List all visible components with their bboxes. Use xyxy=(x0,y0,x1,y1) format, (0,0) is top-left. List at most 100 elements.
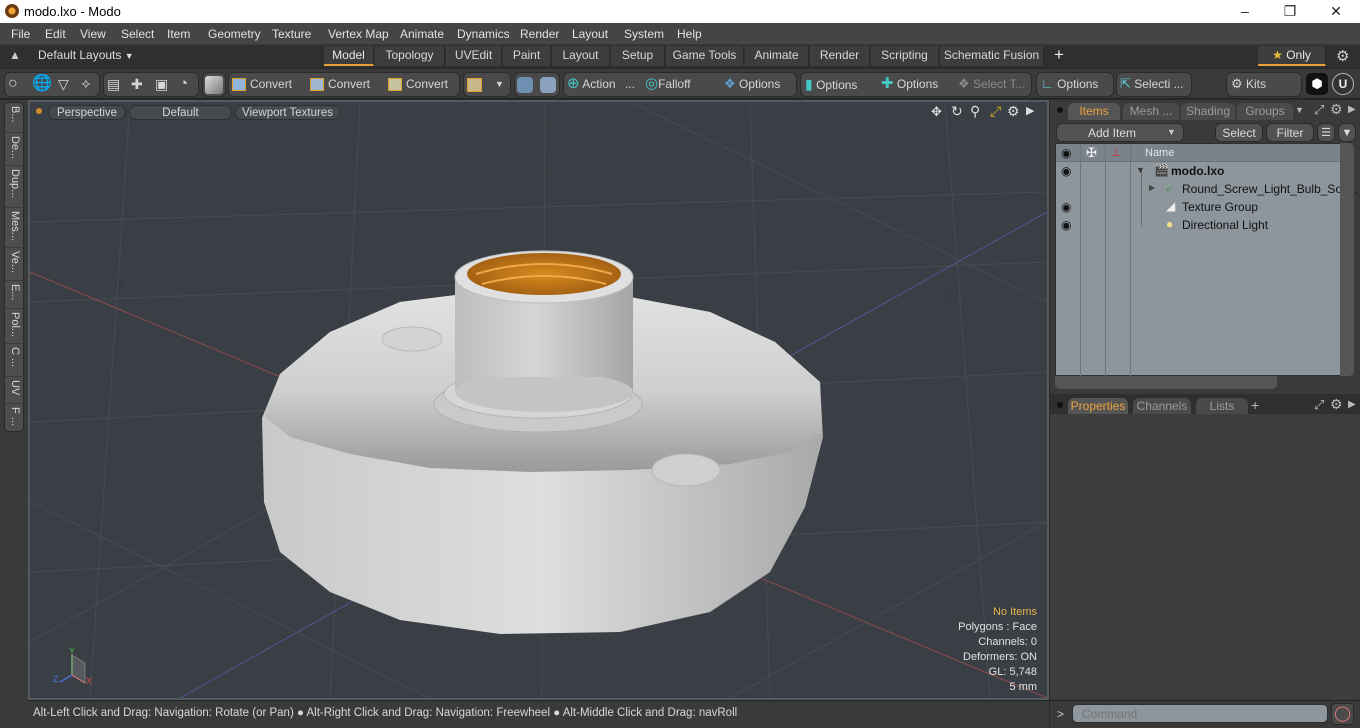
item-list[interactable]: ◉ ✠ ⊥ Name ◉ ▼ 🎬 modo.lxo ▶ ⤶ Round_Scre… xyxy=(1055,143,1358,377)
expand-triangle-icon[interactable]: ▼ xyxy=(1136,165,1145,175)
menu-help[interactable]: Help xyxy=(677,27,702,41)
vertices-mode-icon[interactable]: ○ xyxy=(8,72,18,97)
maximize-panel-icon[interactable]: ⤢ xyxy=(1314,102,1324,118)
vtab-edge[interactable]: E... xyxy=(5,281,25,309)
filter-button[interactable]: Filter xyxy=(1266,123,1314,142)
menu-select[interactable]: Select xyxy=(121,27,154,41)
tab-setup[interactable]: Setup xyxy=(611,46,665,66)
visibility-eye-icon[interactable]: ◉ xyxy=(1061,200,1071,214)
vtab-duplicate[interactable]: Dup... xyxy=(5,166,25,208)
chevron-down-icon[interactable]: ▼ xyxy=(495,72,504,97)
symmetry-icon[interactable] xyxy=(540,72,556,97)
edges-icon[interactable]: ✧ xyxy=(80,72,92,97)
menu-animate[interactable]: Animate xyxy=(400,27,444,41)
select-through-button[interactable]: ❖ Select T... xyxy=(958,72,1025,97)
visibility-eye-icon[interactable]: ◉ xyxy=(1061,164,1071,178)
tab-animate[interactable]: Animate xyxy=(745,46,809,66)
options-button-2[interactable]: ▮ Options xyxy=(805,72,857,97)
vertical-scrollbar[interactable] xyxy=(1340,143,1354,376)
add-item-dropdown-icon[interactable]: ▼ xyxy=(1167,127,1176,137)
funnel-filter-icon[interactable]: ▼ xyxy=(1338,123,1356,142)
convert-button-3[interactable]: Convert xyxy=(388,72,448,97)
falloff-button[interactable]: ◎Falloff xyxy=(645,72,691,97)
pen-icon[interactable]: ▽ xyxy=(58,72,69,97)
menu-file[interactable]: File xyxy=(11,27,30,41)
minimize-button[interactable]: – xyxy=(1222,0,1268,23)
materials-icon[interactable]: ▣ xyxy=(155,72,168,97)
lock-move-icon[interactable]: ✠ xyxy=(1086,145,1097,161)
vtab-polygon[interactable]: Pol... xyxy=(5,309,25,344)
only-favorites-toggle[interactable]: ★ Only xyxy=(1258,46,1326,66)
visibility-eye-icon[interactable]: ◉ xyxy=(1061,218,1071,232)
tab-items[interactable]: Items xyxy=(1068,103,1120,120)
name-column-header[interactable]: Name xyxy=(1145,147,1174,159)
tab-model[interactable]: Model xyxy=(324,46,374,66)
tab-scripting[interactable]: Scripting xyxy=(871,46,939,66)
globe-icon[interactable]: 🌐 xyxy=(32,72,52,97)
tab-topology[interactable]: Topology xyxy=(375,46,445,66)
menu-vertex-map[interactable]: Vertex Map xyxy=(328,27,389,41)
gear-icon[interactable]: ⚙ xyxy=(1336,47,1349,65)
collapse-arrow-icon[interactable]: ▲ xyxy=(9,48,21,62)
tab-game-tools[interactable]: Game Tools xyxy=(666,46,744,66)
list-options-icon[interactable]: ☰ xyxy=(1317,123,1335,142)
add-tab-button[interactable]: + xyxy=(1251,397,1259,413)
default-layouts-dropdown[interactable]: Default Layouts ▼ xyxy=(38,48,134,62)
vtab-basic[interactable]: B... xyxy=(5,103,25,133)
zoom-icon[interactable]: ⚲ xyxy=(970,103,980,120)
vtab-uv[interactable]: UV xyxy=(5,377,25,404)
pivot-icon[interactable]: ◔ xyxy=(179,72,188,97)
menu-item[interactable]: Item xyxy=(167,27,190,41)
panel-indicator-icon[interactable] xyxy=(1057,402,1063,408)
snap-cube-icon[interactable] xyxy=(467,72,482,97)
tab-render[interactable]: Render xyxy=(810,46,870,66)
item-row-scene[interactable]: ◉ ▼ 🎬 modo.lxo xyxy=(1056,162,1342,180)
convert-button-1[interactable]: Convert xyxy=(232,72,292,97)
maximize-panel-icon[interactable]: ⤢ xyxy=(1314,397,1324,413)
horizontal-scrollbar[interactable] xyxy=(1055,376,1277,389)
maximize-viewport-icon[interactable]: ⤢ xyxy=(990,103,1001,120)
tab-paint[interactable]: Paint xyxy=(503,46,551,66)
tab-channels[interactable]: Channels xyxy=(1133,398,1191,415)
chevron-down-icon[interactable]: ▼ xyxy=(1295,105,1304,115)
vtab-mesh-edit[interactable]: Mes... xyxy=(5,208,25,248)
menu-dynamics[interactable]: Dynamics xyxy=(457,27,510,41)
tab-uvedit[interactable]: UVEdit xyxy=(446,46,502,66)
options-button-4[interactable]: ∟ Options xyxy=(1041,72,1098,97)
collapse-triangle-icon[interactable]: ▶ xyxy=(1149,183,1155,192)
add-layout-button[interactable]: + xyxy=(1054,45,1064,65)
expand-arrow-icon[interactable]: ▶ xyxy=(1026,104,1034,117)
3d-viewport[interactable]: -X -Z Y X Z Perspective Default Viewport… xyxy=(28,100,1049,700)
item-row-directional-light[interactable]: ◉ ● Directional Light xyxy=(1056,216,1342,234)
transform-axes-icon[interactable]: ⊥ xyxy=(1111,145,1121,159)
vtab-vertex[interactable]: Ve... xyxy=(5,248,25,281)
tab-shading[interactable]: Shading xyxy=(1181,103,1235,120)
vtab-curve[interactable]: C ... xyxy=(5,344,25,377)
tab-schematic-fusion[interactable]: Schematic Fusion xyxy=(940,46,1044,66)
work-plane-icon[interactable] xyxy=(517,72,533,97)
viewport-textures-dropdown[interactable]: Viewport Textures xyxy=(235,105,340,120)
gear-icon[interactable]: ⚙ xyxy=(1007,103,1020,120)
item-row-texture-group[interactable]: ◉ ◢ Texture Group xyxy=(1056,198,1342,216)
tab-layout[interactable]: Layout xyxy=(552,46,610,66)
view-mode-dropdown[interactable]: Perspective xyxy=(48,105,126,120)
restore-button[interactable]: ❐ xyxy=(1267,0,1313,23)
command-input[interactable] xyxy=(1072,704,1328,723)
action-center-button[interactable]: ⊕ Action ... xyxy=(567,72,635,97)
polygons-icon[interactable]: ▤ xyxy=(107,72,120,97)
items-icon[interactable]: ✚ xyxy=(131,72,143,97)
vtab-fusion[interactable]: F ... xyxy=(5,404,25,433)
close-button[interactable]: ✕ xyxy=(1313,0,1359,23)
menu-view[interactable]: View xyxy=(80,27,106,41)
visibility-eye-icon[interactable]: ◉ xyxy=(1061,146,1071,160)
tab-lists[interactable]: Lists xyxy=(1196,398,1248,415)
expand-arrow-icon[interactable]: ▶ xyxy=(1348,399,1356,410)
gear-icon[interactable]: ⚙ xyxy=(1330,101,1343,118)
expand-arrow-icon[interactable]: ▶ xyxy=(1348,104,1356,115)
item-row-mesh[interactable]: ▶ ⤶ Round_Screw_Light_Bulb_Soc... xyxy=(1056,180,1358,198)
selection-sets-button[interactable]: ⇱ Selecti ... xyxy=(1120,72,1184,97)
menu-geometry[interactable]: Geometry xyxy=(208,27,261,41)
add-item-button[interactable]: Add Item xyxy=(1056,123,1184,142)
panel-indicator-icon[interactable] xyxy=(1057,107,1063,113)
pan-icon[interactable]: ✥ xyxy=(931,104,942,120)
